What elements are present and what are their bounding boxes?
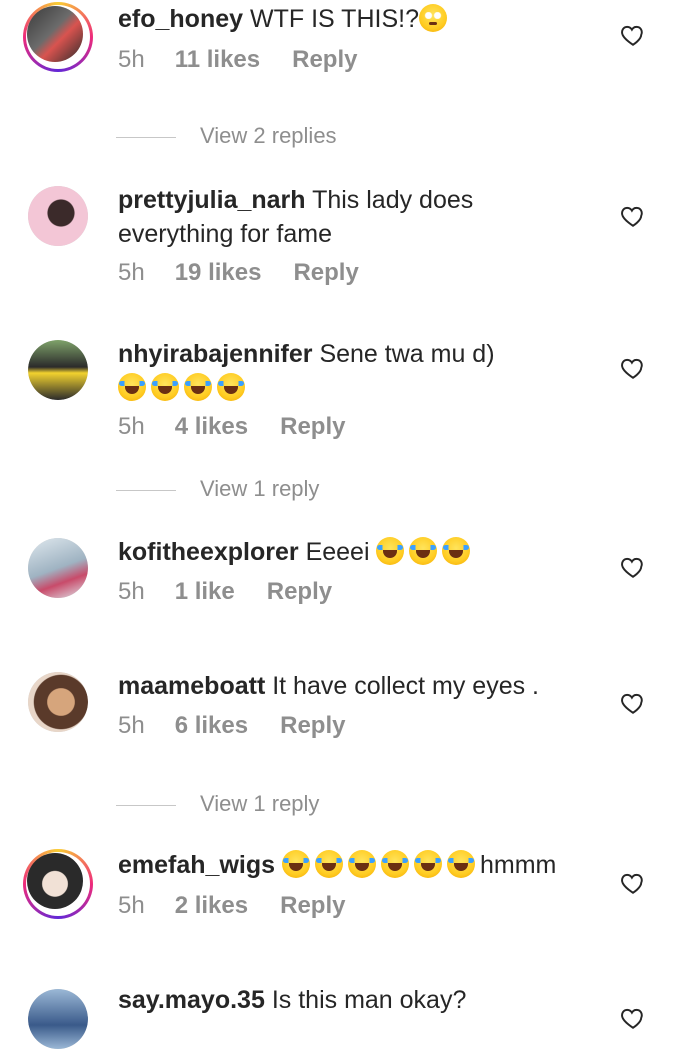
like-heart-icon[interactable] — [620, 22, 646, 48]
avatar[interactable] — [28, 340, 88, 400]
reply-button[interactable]: Reply — [280, 413, 345, 440]
like-heart-icon[interactable] — [620, 355, 646, 381]
comment-body: Eeeei — [305, 538, 370, 566]
view-replies-label[interactable]: View 1 reply — [200, 791, 319, 816]
timestamp: 5h — [118, 892, 145, 919]
tears-of-joy-emoji-icon — [314, 850, 343, 878]
flushed-face-emoji-icon — [418, 4, 447, 32]
like-heart-icon[interactable] — [620, 690, 646, 716]
reply-button[interactable]: Reply — [267, 578, 332, 605]
tears-of-joy-emoji-icon — [217, 373, 245, 401]
comment-text: maameboatt It have collect my eyes . — [118, 669, 588, 703]
timestamp: 5h — [118, 46, 145, 73]
tears-of-joy-emoji-icon — [118, 373, 146, 401]
likes-count[interactable]: 2 likes — [175, 892, 248, 919]
username-link[interactable]: efo_honey — [118, 5, 243, 33]
avatar[interactable] — [23, 849, 93, 919]
avatar[interactable] — [28, 672, 88, 732]
likes-count[interactable]: 1 like — [175, 578, 235, 605]
avatar[interactable] — [28, 538, 88, 598]
replies-divider — [116, 136, 176, 138]
username-link[interactable]: maameboatt — [118, 672, 265, 700]
username-link[interactable]: nhyirabajennifer — [118, 340, 313, 368]
comment-body: It have collect my eyes . — [272, 672, 539, 700]
comment-body: Is this man okay? — [271, 986, 467, 1014]
tears-of-joy-emoji-icon — [151, 373, 179, 401]
replies-divider — [116, 489, 176, 491]
tears-of-joy-emoji-icon — [413, 850, 442, 878]
comment-body: WTF IS THIS!? — [249, 5, 419, 33]
comment-body: Sene twa mu d) — [319, 340, 495, 368]
tears-of-joy-emoji-icon — [347, 850, 376, 878]
view-replies-button[interactable]: View 1 reply — [116, 789, 319, 819]
username-link[interactable]: prettyjulia_narh — [118, 186, 306, 214]
timestamp: 5h — [118, 413, 145, 440]
comment-text: kofitheexplorer Eeeei — [118, 535, 588, 569]
like-heart-icon[interactable] — [620, 203, 646, 229]
comment-text: emefah_wigs hmmm — [118, 848, 588, 882]
comment-text: nhyirabajennifer Sene twa mu d) — [118, 337, 588, 405]
like-heart-icon[interactable] — [620, 554, 646, 580]
view-replies-button[interactable]: View 1 reply — [116, 474, 319, 504]
comment-text: efo_honey WTF IS THIS!? — [118, 2, 588, 36]
comment-text: say.mayo.35 Is this man okay? — [118, 983, 588, 1017]
view-replies-label[interactable]: View 2 replies — [200, 123, 337, 148]
avatar[interactable] — [23, 2, 93, 72]
likes-count[interactable]: 11 likes — [175, 46, 260, 73]
tears-of-joy-emoji-icon — [409, 537, 438, 565]
likes-count[interactable]: 19 likes — [175, 259, 262, 286]
view-replies-button[interactable]: View 2 replies — [116, 121, 337, 151]
view-replies-label[interactable]: View 1 reply — [200, 476, 319, 501]
reply-button[interactable]: Reply — [280, 712, 345, 739]
reply-button[interactable]: Reply — [292, 46, 357, 73]
reply-button[interactable]: Reply — [280, 892, 345, 919]
tears-of-joy-emoji-icon — [281, 850, 310, 878]
tears-of-joy-emoji-icon — [446, 850, 475, 878]
comment-body: hmmm — [479, 851, 557, 879]
avatar[interactable] — [28, 989, 88, 1049]
reply-button[interactable]: Reply — [293, 259, 358, 286]
timestamp: 5h — [118, 259, 145, 286]
username-link[interactable]: say.mayo.35 — [118, 986, 265, 1014]
tears-of-joy-emoji-icon — [376, 537, 405, 565]
like-heart-icon[interactable] — [620, 1005, 646, 1031]
comment-text: prettyjulia_narh This lady does everythi… — [118, 183, 588, 251]
avatar[interactable] — [28, 186, 88, 246]
likes-count[interactable]: 6 likes — [175, 712, 248, 739]
timestamp: 5h — [118, 712, 145, 739]
tears-of-joy-emoji-icon — [442, 537, 471, 565]
likes-count[interactable]: 4 likes — [175, 413, 248, 440]
username-link[interactable]: kofitheexplorer — [118, 538, 299, 566]
replies-divider — [116, 804, 176, 806]
tears-of-joy-emoji-icon — [380, 850, 409, 878]
timestamp: 5h — [118, 578, 145, 605]
username-link[interactable]: emefah_wigs — [118, 851, 275, 879]
like-heart-icon[interactable] — [620, 870, 646, 896]
tears-of-joy-emoji-icon — [184, 373, 212, 401]
